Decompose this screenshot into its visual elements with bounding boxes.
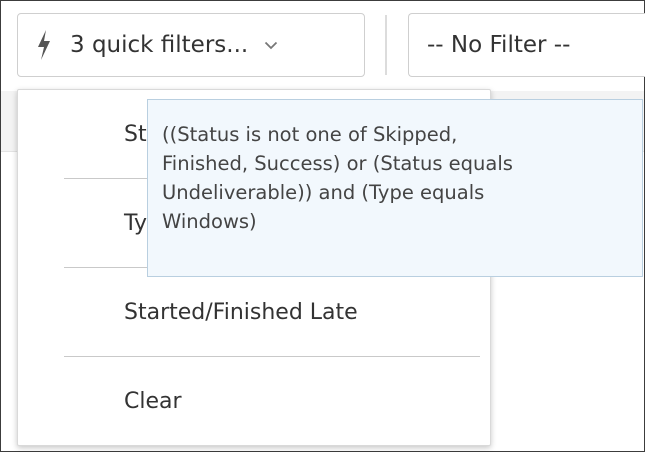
tooltip-line: Undeliverable)) and (Type equals — [162, 181, 485, 204]
bolt-icon — [32, 28, 56, 62]
menu-item-label: Clear — [124, 388, 182, 414]
tooltip-line: Windows) — [162, 210, 257, 233]
quick-filters-label: 3 quick filters... — [70, 32, 249, 58]
app-frame: 3 quick filters... -- No Filter -- St Ty… — [0, 0, 645, 452]
filter-tooltip: ((Status is not one of Skipped, Finished… — [147, 99, 643, 277]
menu-item-label: Started/Finished Late — [124, 299, 358, 325]
menu-item-label: Ty — [124, 210, 148, 236]
filter-select[interactable]: -- No Filter -- — [408, 13, 645, 77]
toolbar-separator — [385, 15, 387, 75]
quick-filters-button[interactable]: 3 quick filters... — [17, 13, 365, 77]
tooltip-line: Finished, Success) or (Status equals — [162, 152, 513, 175]
chevron-down-icon — [264, 40, 280, 50]
menu-item-label: St — [124, 121, 147, 147]
tooltip-line: ((Status is not one of Skipped, — [162, 123, 458, 146]
menu-item-started-finished-late[interactable]: Started/Finished Late — [18, 268, 490, 356]
filter-select-value: -- No Filter -- — [427, 32, 571, 58]
menu-item-clear[interactable]: Clear — [18, 357, 490, 445]
